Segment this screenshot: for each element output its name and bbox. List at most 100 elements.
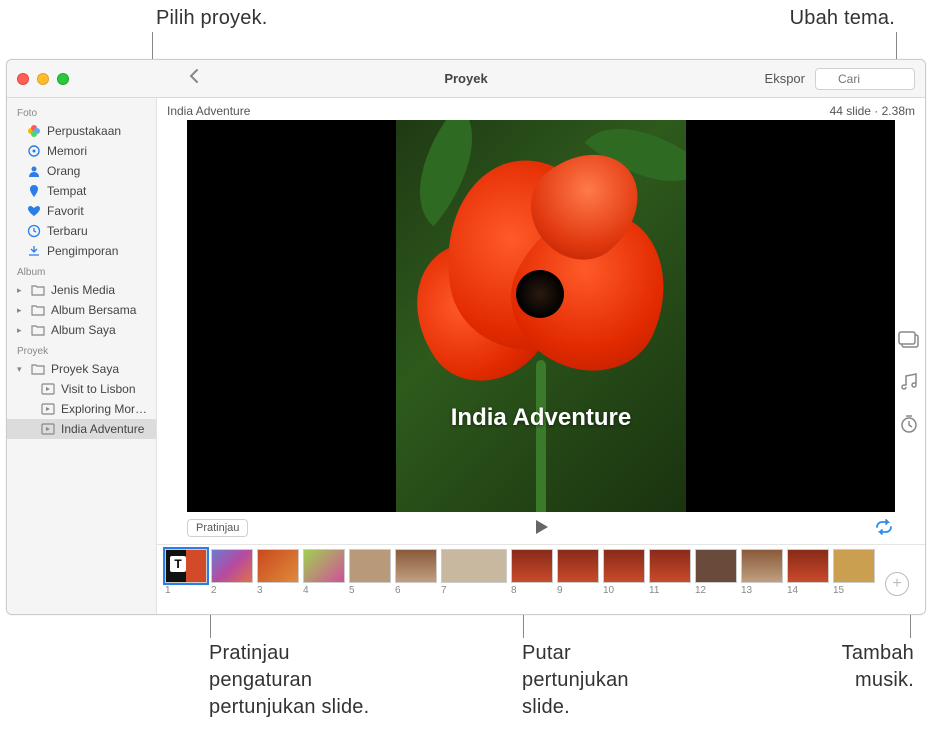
sidebar-item-pengimporan[interactable]: Pengimporan	[7, 241, 156, 261]
thumbnail-image	[349, 549, 391, 583]
thumbnail-number: 8	[511, 585, 517, 596]
thumbnail[interactable]: 11	[649, 549, 691, 596]
slideshow-icon	[41, 402, 55, 416]
thumbnail-image	[303, 549, 345, 583]
thumbnail-number: 10	[603, 585, 614, 596]
thumbnail-image	[833, 549, 875, 583]
person-icon	[27, 164, 41, 178]
chevron-right-icon: ▸	[17, 305, 25, 316]
thumbnail-image	[165, 549, 207, 583]
thumbnail-image	[211, 549, 253, 583]
export-button[interactable]: Ekspor	[765, 71, 805, 86]
thumbnail-image	[395, 549, 437, 583]
slide-title-text[interactable]: India Adventure	[451, 404, 631, 432]
thumbnail-image	[649, 549, 691, 583]
sidebar-item-proyek-saya[interactable]: ▾ Proyek Saya	[7, 359, 156, 379]
sidebar-item-label: Memori	[47, 144, 87, 158]
folder-icon	[31, 323, 45, 337]
thumbnail[interactable]: 9	[557, 549, 599, 596]
thumbnail[interactable]: 10	[603, 549, 645, 596]
thumbnail[interactable]: 15	[833, 549, 875, 596]
add-photos-button[interactable]: +	[885, 572, 909, 596]
thumbnail-number: 13	[741, 585, 752, 596]
duration-button[interactable]	[897, 412, 921, 436]
sidebar-item-jenis-media[interactable]: ▸ Jenis Media	[7, 280, 156, 300]
loop-button[interactable]	[873, 519, 895, 538]
sidebar-item-label: Favorit	[47, 204, 84, 218]
thumbnail[interactable]: 6	[395, 549, 437, 596]
thumbnail-image	[603, 549, 645, 583]
sidebar-item-orang[interactable]: Orang	[7, 161, 156, 181]
callout-preview-settings: Pratinjau pengaturan pertunjukan slide.	[209, 640, 369, 721]
slide-preview[interactable]: India Adventure	[187, 120, 895, 512]
close-window-button[interactable]	[17, 73, 29, 85]
thumbnail[interactable]: 7	[441, 549, 507, 596]
thumbnail-number: 9	[557, 585, 563, 596]
chevron-right-icon: ▸	[17, 285, 25, 296]
thumbnail-image	[787, 549, 829, 583]
play-icon	[532, 518, 550, 536]
callout-pick-project: Pilih proyek.	[156, 5, 268, 32]
sidebar: Foto Perpustakaan Memori Orang Tempat Fa…	[7, 98, 157, 614]
plus-icon: +	[892, 575, 901, 593]
thumbnail[interactable]: 14	[787, 549, 829, 596]
thumbnail[interactable]: 2	[211, 549, 253, 596]
sidebar-item-memori[interactable]: Memori	[7, 141, 156, 161]
thumbnail[interactable]: 1	[165, 549, 207, 596]
play-button[interactable]	[532, 518, 550, 539]
photos-icon	[27, 124, 41, 138]
search-input[interactable]	[815, 68, 915, 90]
thumbnail-strip[interactable]: 123456789101112131415+	[157, 544, 925, 614]
sidebar-item-label: Album Saya	[51, 323, 116, 337]
heart-icon	[27, 204, 41, 218]
folder-icon	[31, 303, 45, 317]
sidebar-item-label: Exploring Mor…	[61, 402, 147, 416]
back-button[interactable]	[189, 68, 199, 89]
sidebar-project-india[interactable]: India Adventure	[7, 419, 156, 439]
sidebar-item-label: Proyek Saya	[51, 362, 119, 376]
thumbnail[interactable]: 5	[349, 549, 391, 596]
thumbnail[interactable]: 13	[741, 549, 783, 596]
slideshow-icon	[41, 422, 55, 436]
thumbnail-number: 6	[395, 585, 401, 596]
sidebar-item-favorit[interactable]: Favorit	[7, 201, 156, 221]
sidebar-item-tempat[interactable]: Tempat	[7, 181, 156, 201]
thumbnail-image	[511, 549, 553, 583]
sidebar-item-label: Tempat	[47, 184, 86, 198]
thumbnail-number: 14	[787, 585, 798, 596]
sidebar-item-perpustakaan[interactable]: Perpustakaan	[7, 121, 156, 141]
sidebar-item-album-bersama[interactable]: ▸ Album Bersama	[7, 300, 156, 320]
clock-icon	[27, 224, 41, 238]
callout-add-music: Tambah musik.	[842, 640, 914, 694]
theme-button[interactable]	[897, 328, 921, 352]
thumbnail[interactable]: 8	[511, 549, 553, 596]
memories-icon	[27, 144, 41, 158]
thumbnail[interactable]: 12	[695, 549, 737, 596]
thumbnail-number: 4	[303, 585, 309, 596]
sidebar-item-label: Visit to Lisbon	[61, 382, 136, 396]
music-button[interactable]	[897, 370, 921, 394]
sidebar-item-label: Terbaru	[47, 224, 88, 238]
window-title: Proyek	[444, 71, 487, 86]
window-controls	[17, 73, 69, 85]
sidebar-project-visit[interactable]: Visit to Lisbon	[7, 379, 156, 399]
thumbnail-number: 1	[165, 585, 171, 596]
thumbnail[interactable]: 3	[257, 549, 299, 596]
sidebar-item-label: Orang	[47, 164, 80, 178]
sidebar-item-label: Pengimporan	[47, 244, 118, 258]
folder-icon	[31, 283, 45, 297]
content-area: India Adventure 44 slide · 2.38m India A…	[157, 98, 925, 614]
minimize-window-button[interactable]	[37, 73, 49, 85]
project-meta: 44 slide · 2.38m	[830, 104, 915, 118]
thumbnail-number: 5	[349, 585, 355, 596]
thumbnail-image	[741, 549, 783, 583]
maximize-window-button[interactable]	[57, 73, 69, 85]
thumbnail[interactable]: 4	[303, 549, 345, 596]
sidebar-item-album-saya[interactable]: ▸ Album Saya	[7, 320, 156, 340]
sidebar-item-terbaru[interactable]: Terbaru	[7, 221, 156, 241]
titlebar: Proyek Ekspor	[7, 60, 925, 98]
thumbnail-image	[557, 549, 599, 583]
slide-image	[396, 120, 686, 512]
preview-button[interactable]: Pratinjau	[187, 519, 248, 537]
sidebar-project-explore[interactable]: Exploring Mor…	[7, 399, 156, 419]
